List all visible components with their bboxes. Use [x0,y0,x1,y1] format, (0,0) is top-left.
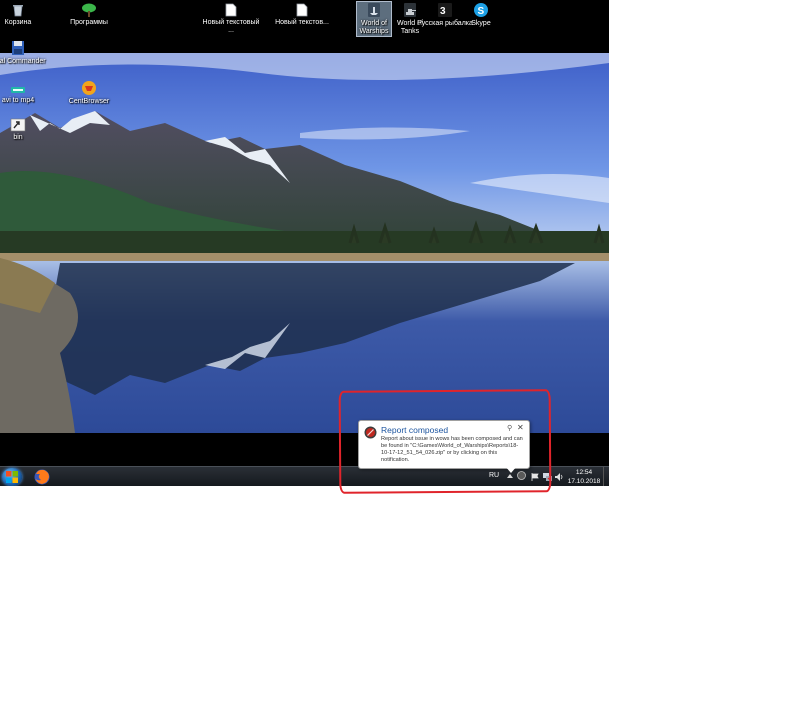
desktop-icon-text-file-2[interactable]: Новый текстов... [270,3,334,27]
warships-icon [368,3,380,17]
desktop-icon-label: Программы [70,19,108,26]
desktop-icon-label: World of Warships [359,20,389,35]
svg-text:3: 3 [440,6,446,17]
desktop-icon-label: CentBrowser [68,98,110,105]
desktop-icon-label: Новый текстов... [275,19,329,26]
tree-icon [82,3,96,17]
text-file-icon [296,3,308,17]
clock[interactable]: 12:54 17.10.2018 [566,468,602,486]
shortcut-icon [10,118,26,132]
firefox-icon [34,469,50,485]
show-desktop-button[interactable] [603,467,609,486]
desktop-icon-skype[interactable]: S Skype [449,2,513,28]
text-file-icon [225,3,237,17]
desktop-icon-programs[interactable]: Программы [57,3,121,27]
floppy-disk-icon [12,41,24,55]
volume-icon[interactable] [555,473,564,481]
desktop-icon-recycle-bin[interactable]: Корзина [0,3,50,27]
annotation-highlight [338,389,552,494]
desktop-icon-label: Корзина [4,19,32,26]
browser-icon [82,81,96,95]
desktop-icon-label: Total Commander [0,58,46,65]
desktop-icon-avi-to-mp4[interactable]: avi to mp4 [0,85,50,105]
desktop-icon-label: bin [13,134,23,141]
skype-icon: S [474,3,488,17]
svg-text:S: S [478,6,485,17]
desktop-icon-label: Skype [471,20,491,27]
desktop-icon-bin[interactable]: bin [0,118,50,142]
windows-logo-icon [6,471,18,483]
desktop-icon-centbrowser[interactable]: CentBrowser [57,80,121,106]
desktop-wallpaper [0,53,609,433]
desktop-icon-text-file-1[interactable]: Новый текстовый ... [199,3,263,35]
taskbar-button-firefox[interactable] [31,468,53,486]
clock-time: 12:54 [575,469,593,476]
clock-date: 17.10.2018 [567,478,601,485]
desktop-icon-total-commander[interactable]: Total Commander [0,40,50,66]
start-button[interactable] [2,468,22,486]
desktop-icon-world-of-warships[interactable]: World of Warships [356,1,392,37]
desktop-icon-label: Новый текстовый ... [202,19,260,34]
desktop-icon-label: avi to mp4 [1,97,35,104]
recycle-bin-icon [13,5,23,17]
converter-icon [11,87,25,93]
